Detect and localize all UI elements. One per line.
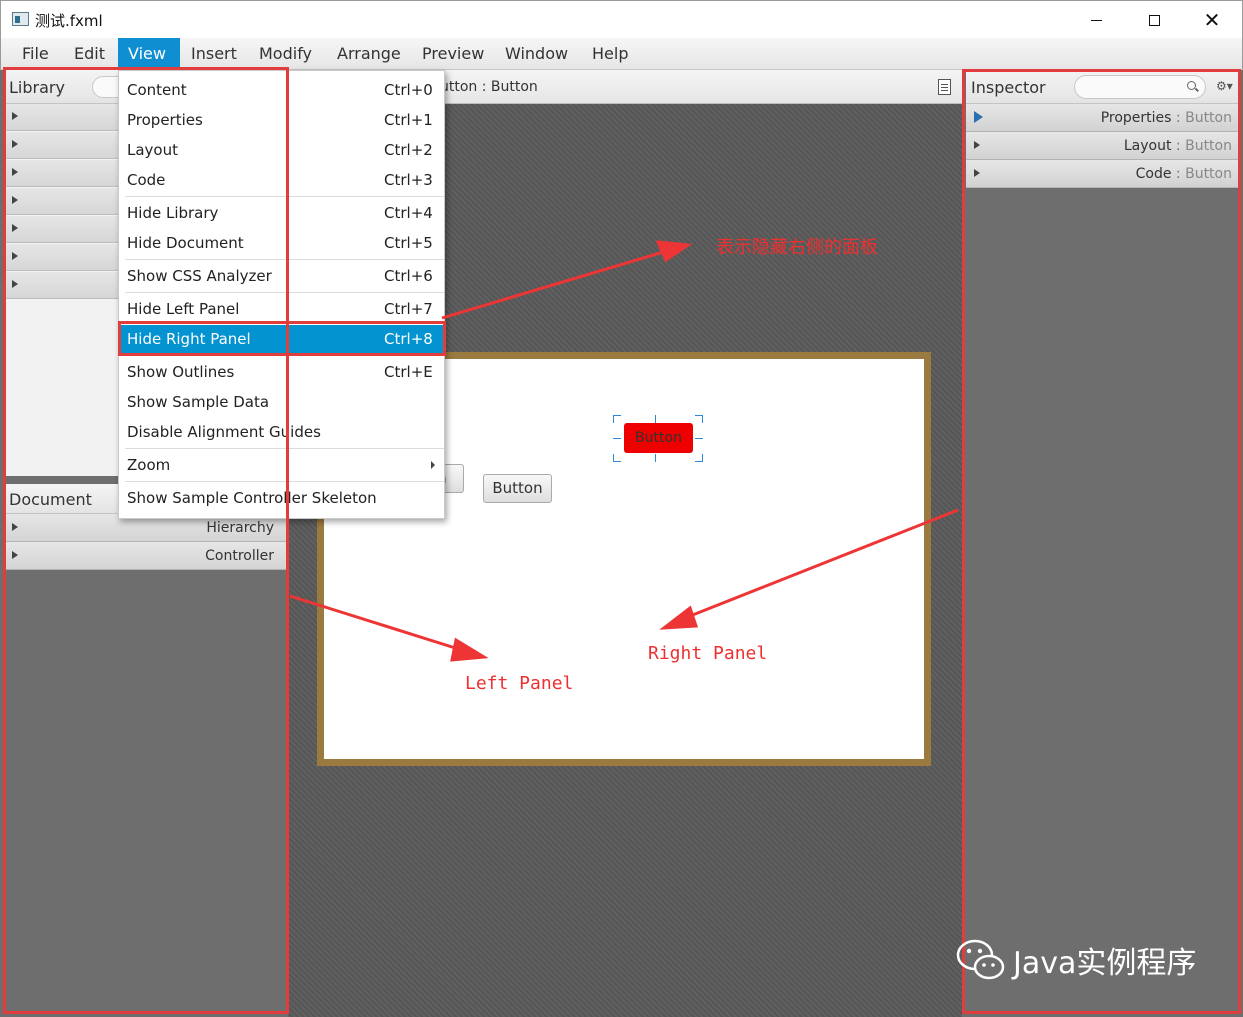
app-icon [12,12,29,26]
resize-handle[interactable] [613,438,621,439]
left-panel-label: Left Panel [465,673,574,694]
close-icon: ✕ [1203,8,1221,32]
menu-bar: File Edit View Insert Modify Arrange Pre… [0,38,1243,70]
hide-right-panel-highlight-box [118,321,446,356]
window-title: 测试.fxml [35,12,103,30]
resize-handle[interactable] [655,454,656,462]
menu-help[interactable]: Help [582,38,638,69]
menu-view[interactable]: View [118,38,180,69]
maximize-icon [1148,14,1160,26]
minimize-icon [1090,19,1102,21]
resize-handle[interactable] [613,415,621,423]
hide-right-panel-note: 表示隐藏右侧的面板 [716,237,878,258]
menu-modify[interactable]: Modify [249,38,322,69]
watermark-text: Java实例程序 [1013,946,1197,981]
menu-edit[interactable]: Edit [64,38,115,69]
button[interactable]: Button [483,474,552,503]
document-icon[interactable] [938,79,951,95]
resize-handle[interactable] [695,415,703,423]
watermark: Java实例程序 [955,938,1196,982]
menu-insert[interactable]: Insert [181,38,247,69]
menu-file[interactable]: File [12,38,59,69]
close-button[interactable]: ✕ [1183,1,1241,39]
menu-preview[interactable]: Preview [412,38,494,69]
selection-breadcrumb[interactable]: utton : Button [440,79,538,95]
right-panel-label: Right Panel [648,643,768,664]
maximize-button[interactable] [1125,1,1183,39]
resize-handle[interactable] [655,415,656,423]
right-panel-highlight-box [962,69,1241,1014]
resize-handle[interactable] [695,438,703,439]
submenu-arrow-icon [431,461,435,469]
title-bar: 测试.fxml ✕ [0,0,1243,38]
resize-handle[interactable] [695,454,703,462]
minimize-button[interactable] [1067,1,1125,39]
left-panel-highlight-box [3,67,289,1014]
resize-handle[interactable] [613,454,621,462]
wechat-icon [956,939,1005,980]
selected-button[interactable]: Button [624,423,693,453]
menu-window[interactable]: Window [495,38,578,69]
menu-arrange[interactable]: Arrange [327,38,411,69]
